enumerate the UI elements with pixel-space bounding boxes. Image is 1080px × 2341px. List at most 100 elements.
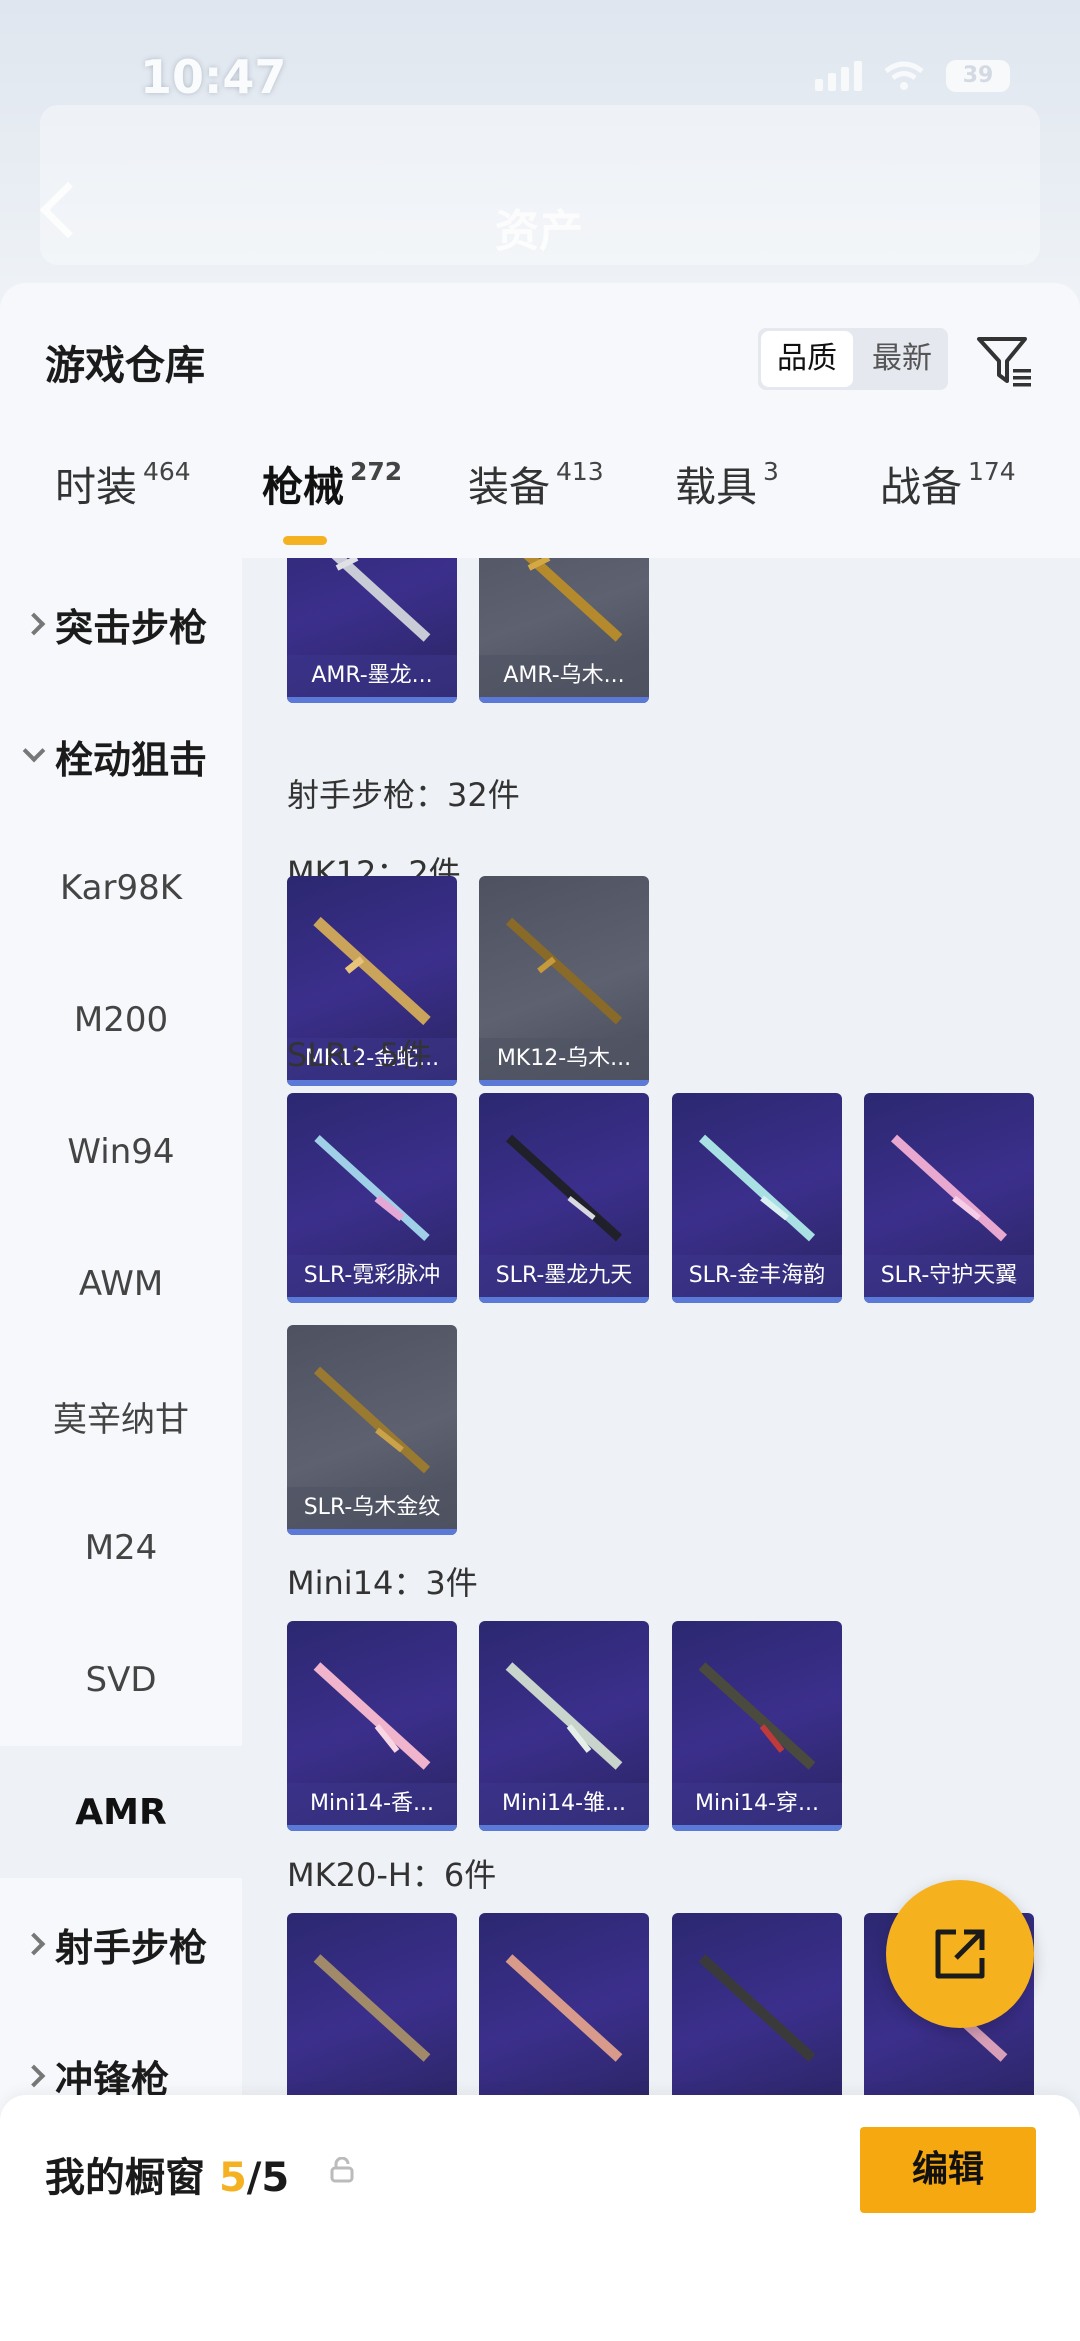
tab-label: 装备 — [468, 463, 550, 511]
sidebar-item-mosin[interactable]: 莫辛纳甘 — [0, 1350, 242, 1482]
weapon-card-label: AMR-墨龙... — [287, 655, 457, 697]
sheet-header: 游戏仓库 品质 最新 时装 464 枪械 272 装备 413 载具 3 战备 174 — [0, 283, 1080, 558]
weapon-card-label: MK12-乌木... — [479, 1038, 649, 1080]
tab-count: 413 — [556, 457, 604, 487]
sidebar-item-assault-rifle[interactable]: 突击步枪 — [0, 558, 242, 690]
section-heading-slr: SLR：5件 — [287, 1036, 432, 1074]
sidebar-item-win94[interactable]: Win94 — [0, 1086, 242, 1218]
page-title: 游戏仓库 — [45, 343, 205, 389]
weapon-card-label: SLR-守护天翼 — [864, 1255, 1034, 1297]
weapon-card-label: Mini14-雏... — [479, 1783, 649, 1825]
rarity-bar — [672, 1825, 842, 1831]
weapon-card[interactable]: AMR-墨龙... — [287, 558, 457, 703]
weapon-category-sidebar: 突击步枪 栓动狙击 Kar98K M200 Win94 AWM 莫辛纳甘 M24… — [0, 558, 242, 2341]
status-time: 10:47 — [140, 50, 287, 104]
weapon-card[interactable]: SLR-乌木金纹 — [287, 1325, 457, 1535]
rarity-bar — [672, 1297, 842, 1303]
chevron-down-icon — [22, 739, 46, 763]
rarity-bar — [479, 1825, 649, 1831]
section-heading-marksman: 射手步枪：32件 — [287, 776, 520, 814]
sidebar-item-kar98k[interactable]: Kar98K — [0, 822, 242, 954]
lock-icon — [330, 2157, 354, 2183]
weapon-card-label: Mini14-穿... — [672, 1783, 842, 1825]
sidebar-item-label: 突击步枪 — [55, 605, 208, 650]
top-header: 10:47 39 资产 — [0, 0, 1080, 290]
showcase-count: 5 — [218, 2155, 247, 2201]
rarity-bar — [287, 1825, 457, 1831]
tab-supplies[interactable]: 战备 174 — [880, 453, 1016, 513]
chevron-right-icon — [22, 612, 46, 636]
rarity-bar — [287, 1529, 457, 1535]
weapon-card[interactable]: SLR-金丰海韵 — [672, 1093, 842, 1303]
filter-icon[interactable] — [975, 331, 1033, 389]
weapon-card-label: Mini14-香... — [287, 1783, 457, 1825]
sidebar-item-bolt-sniper[interactable]: 栓动狙击 — [0, 690, 242, 822]
weapon-card[interactable] — [479, 1913, 649, 2123]
weapon-card[interactable]: SLR-霓彩脉冲 — [287, 1093, 457, 1303]
weapon-card[interactable]: AMR-乌木... — [479, 558, 649, 703]
rifle-icon — [890, 1134, 1008, 1242]
external-link-icon — [935, 1929, 985, 1979]
sidebar-item-label: 射手步枪 — [55, 1925, 208, 1970]
showcase-title: 我的橱窗 — [45, 2155, 205, 2201]
sidebar-item-m200[interactable]: M200 — [0, 954, 242, 1086]
sidebar-item-svd[interactable]: SVD — [0, 1614, 242, 1746]
section-heading-mini14: Mini14：3件 — [287, 1564, 478, 1602]
rifle-icon — [505, 1954, 623, 2062]
weapon-card[interactable]: SLR-守护天翼 — [864, 1093, 1034, 1303]
tab-gear[interactable]: 装备 413 — [468, 453, 604, 513]
sort-quality-button[interactable]: 品质 — [761, 331, 853, 387]
weapon-card[interactable]: Mini14-香... — [287, 1621, 457, 1831]
weapon-card-label: SLR-金丰海韵 — [672, 1255, 842, 1297]
sort-toggle: 品质 最新 — [758, 328, 948, 390]
rarity-bar — [864, 1297, 1034, 1303]
sidebar-item-m24[interactable]: M24 — [0, 1482, 242, 1614]
weapon-card-label: SLR-乌木金纹 — [287, 1487, 457, 1529]
showcase-bar: 我的橱窗 5/5 编辑 — [0, 2095, 1080, 2341]
rifle-icon — [313, 1366, 431, 1474]
share-button[interactable] — [886, 1880, 1034, 2028]
header-title: 资产 — [495, 206, 583, 257]
weapon-card-label: SLR-墨龙九天 — [479, 1255, 649, 1297]
tab-guns[interactable]: 枪械 272 — [262, 453, 402, 513]
weapon-card[interactable] — [672, 1913, 842, 2123]
rarity-bar — [287, 1297, 457, 1303]
rarity-bar — [479, 1297, 649, 1303]
chevron-right-icon — [22, 2064, 46, 2088]
sidebar-item-label: 栓动狙击 — [55, 737, 208, 782]
category-tabs: 时装 464 枪械 272 装备 413 载具 3 战备 174 — [0, 443, 1080, 543]
edit-button[interactable]: 编辑 — [860, 2127, 1036, 2213]
battery-icon: 39 — [946, 60, 1010, 92]
rifle-icon — [313, 1954, 431, 2062]
tab-count: 3 — [763, 457, 779, 487]
weapon-card-label: SLR-霓彩脉冲 — [287, 1255, 457, 1297]
section-heading-mk20h: MK20-H：6件 — [287, 1856, 497, 1894]
tab-count: 464 — [143, 457, 191, 487]
weapon-card[interactable]: Mini14-雏... — [479, 1621, 649, 1831]
active-tab-indicator — [283, 536, 327, 545]
warehouse-sheet: 游戏仓库 品质 最新 时装 464 枪械 272 装备 413 载具 3 战备 174 突… — [0, 283, 1080, 2341]
tab-count: 272 — [350, 457, 403, 487]
sidebar-item-awm[interactable]: AWM — [0, 1218, 242, 1350]
weapon-card[interactable]: SLR-墨龙九天 — [479, 1093, 649, 1303]
tab-label: 枪械 — [262, 463, 344, 511]
rarity-bar — [479, 697, 649, 703]
weapon-card[interactable]: Mini14-穿... — [672, 1621, 842, 1831]
signal-icon — [815, 61, 862, 91]
status-icons: 39 — [815, 60, 1010, 92]
weapon-card[interactable] — [287, 1913, 457, 2123]
weapon-grid: AMR-墨龙... AMR-乌木... 射手步枪：32件 MK12：2件 MK1… — [242, 558, 1080, 2341]
wifi-icon — [884, 61, 924, 90]
sidebar-item-amr[interactable]: AMR — [0, 1746, 242, 1878]
weapon-card[interactable]: MK12-乌木... — [479, 876, 649, 1086]
rifle-icon — [505, 917, 623, 1025]
sort-newest-button[interactable]: 最新 — [856, 328, 948, 390]
tab-fashion[interactable]: 时装 464 — [55, 453, 191, 513]
tab-label: 时装 — [55, 463, 137, 511]
tab-vehicles[interactable]: 载具 3 — [675, 453, 779, 513]
sidebar-item-marksman-rifle[interactable]: 射手步枪 — [0, 1878, 242, 2010]
rifle-icon — [698, 1134, 816, 1242]
weapon-card-label: AMR-乌木... — [479, 655, 649, 697]
rifle-icon — [313, 1662, 431, 1770]
rifle-icon — [331, 558, 431, 642]
